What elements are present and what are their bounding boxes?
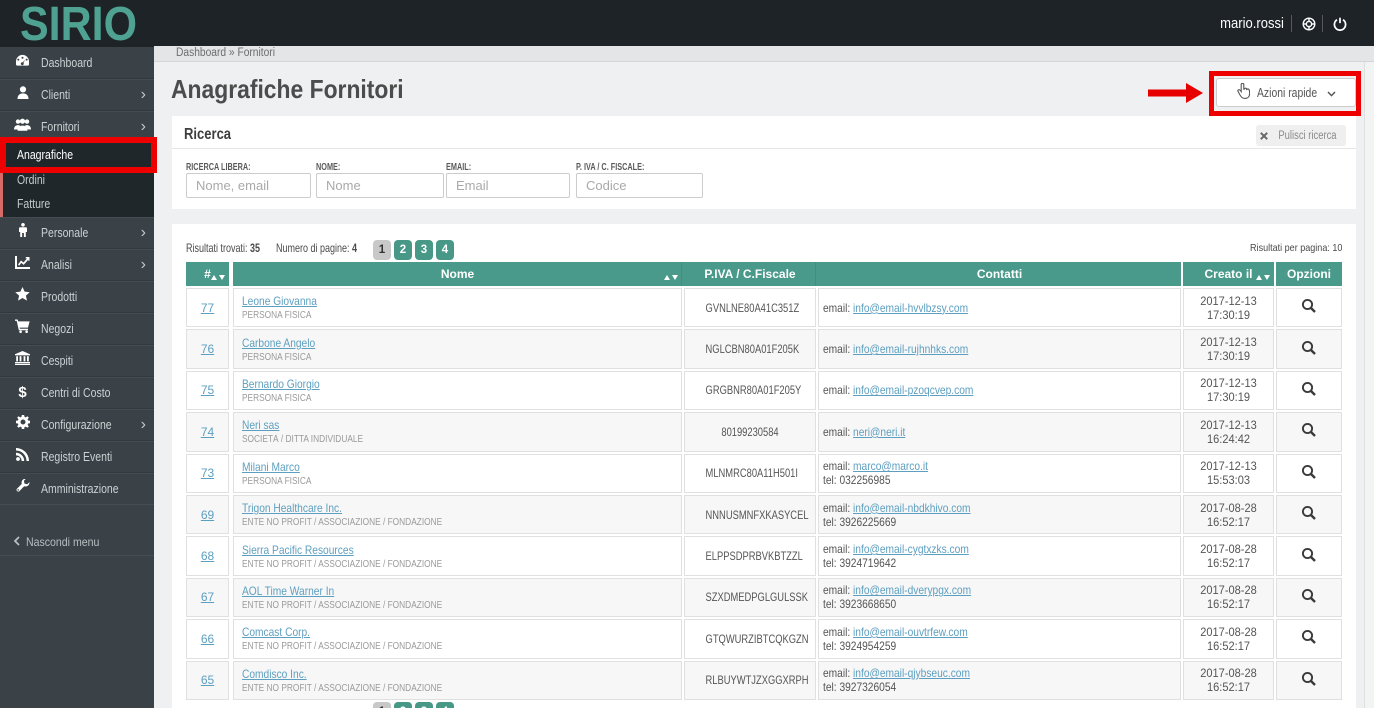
svg-text:SIRIO: SIRIO <box>20 0 137 46</box>
